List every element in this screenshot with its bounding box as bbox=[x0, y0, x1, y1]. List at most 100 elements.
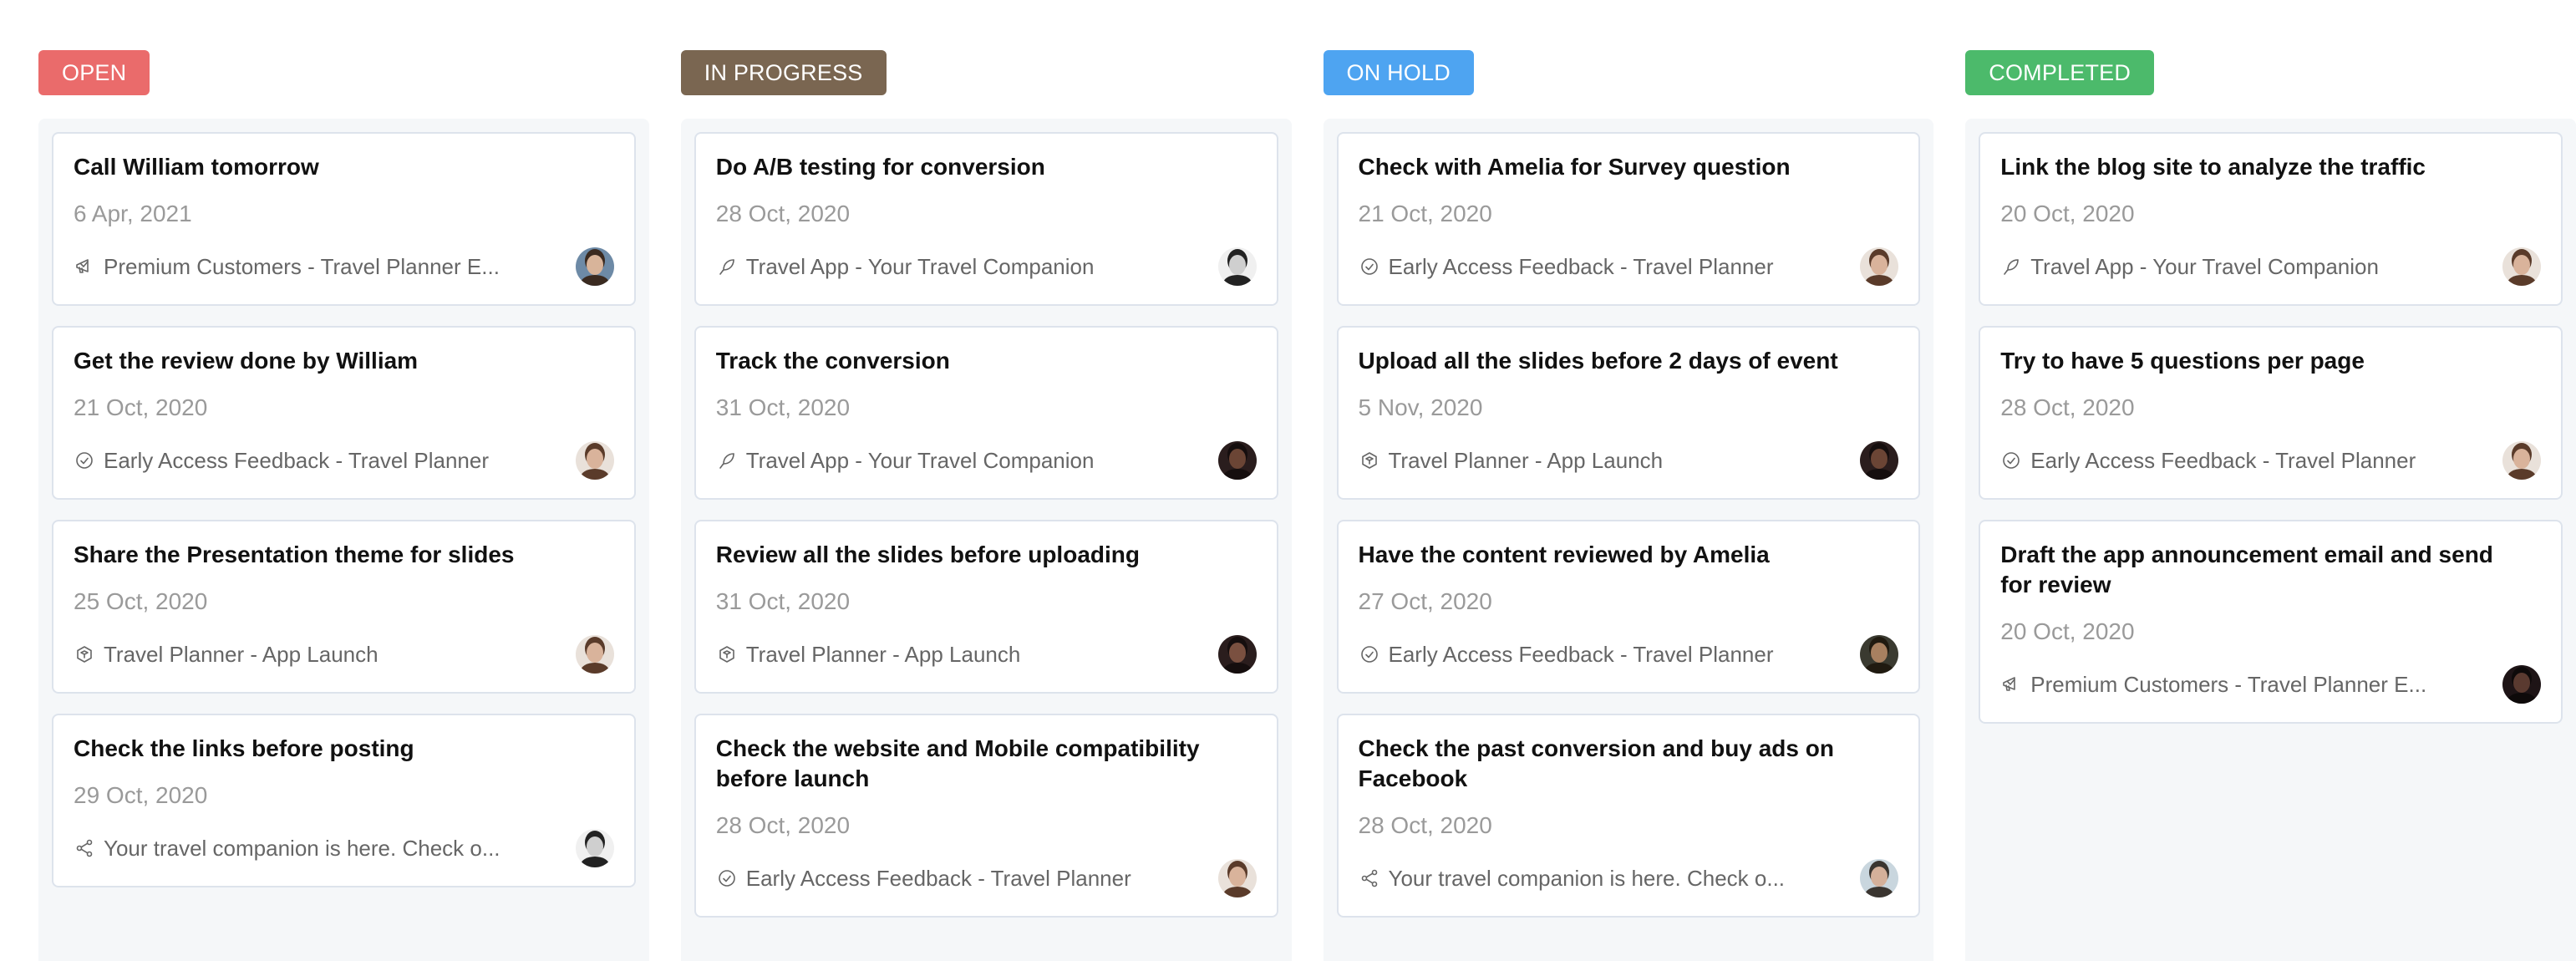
task-card[interactable]: Track the conversion 31 Oct, 2020 Travel… bbox=[694, 326, 1278, 500]
task-title[interactable]: Do A/B testing for conversion bbox=[716, 152, 1257, 182]
task-title[interactable]: Check with Amelia for Survey question bbox=[1359, 152, 1899, 182]
task-project[interactable]: Travel App - Your Travel Companion bbox=[746, 448, 1208, 474]
column-card-list: Call William tomorrow 6 Apr, 2021 Premiu… bbox=[38, 119, 649, 961]
task-project[interactable]: Travel Planner - App Launch bbox=[1389, 448, 1851, 474]
task-project[interactable]: Early Access Feedback - Travel Planner bbox=[1389, 254, 1851, 280]
share-icon bbox=[1359, 867, 1380, 889]
task-due-date: 28 Oct, 2020 bbox=[715, 812, 851, 838]
task-project[interactable]: Travel Planner - App Launch bbox=[104, 642, 566, 668]
task-card[interactable]: Check the links before posting 29 Oct, 2… bbox=[52, 714, 636, 887]
avatar-body bbox=[580, 275, 609, 286]
assignee-avatar[interactable] bbox=[575, 247, 614, 286]
assignee-avatar[interactable] bbox=[1860, 247, 1899, 286]
avatar-body bbox=[1865, 663, 1894, 674]
avatar-face bbox=[1228, 643, 1246, 663]
task-card[interactable]: Check with Amelia for Survey question 21… bbox=[1336, 132, 1921, 306]
kanban-column-open: OPEN Call William tomorrow 6 Apr, 2021 P… bbox=[38, 0, 649, 961]
task-project[interactable]: Your travel companion is here. Check o..… bbox=[104, 836, 566, 862]
task-title[interactable]: Check the past conversion and buy ads on… bbox=[1359, 734, 1899, 794]
task-due-date: 25 Oct, 2020 bbox=[74, 588, 208, 614]
task-project[interactable]: Early Access Feedback - Travel Planner bbox=[2030, 448, 2492, 474]
avatar-body bbox=[2507, 469, 2536, 480]
task-card[interactable]: Link the blog site to analyze the traffi… bbox=[1979, 132, 2563, 306]
task-card[interactable]: Check the past conversion and buy ads on… bbox=[1336, 714, 1921, 918]
avatar-body bbox=[1865, 275, 1894, 286]
task-card[interactable]: Upload all the slides before 2 days of e… bbox=[1336, 326, 1921, 500]
assignee-avatar[interactable] bbox=[2502, 247, 2541, 286]
task-title[interactable]: Get the review done by William bbox=[74, 346, 614, 376]
task-project[interactable]: Early Access Feedback - Travel Planner bbox=[746, 866, 1208, 892]
avatar-face bbox=[1871, 255, 1888, 275]
task-project[interactable]: Travel App - Your Travel Companion bbox=[2030, 254, 2492, 280]
task-title[interactable]: Track the conversion bbox=[716, 346, 1257, 376]
task-footer: Early Access Feedback - Travel Planner bbox=[2000, 441, 2541, 480]
task-footer: Travel Planner - App Launch bbox=[716, 635, 1257, 674]
assignee-avatar[interactable] bbox=[1217, 859, 1257, 897]
task-footer: Your travel companion is here. Check o..… bbox=[1359, 859, 1899, 897]
task-card[interactable]: Have the content reviewed by Amelia 27 O… bbox=[1336, 520, 1921, 694]
assignee-avatar[interactable] bbox=[575, 635, 614, 674]
assignee-avatar[interactable] bbox=[1217, 247, 1257, 286]
assignee-avatar[interactable] bbox=[1860, 441, 1899, 480]
task-due-date: 28 Oct, 2020 bbox=[2000, 394, 2135, 420]
task-title[interactable]: Upload all the slides before 2 days of e… bbox=[1359, 346, 1899, 376]
column-card-list: Link the blog site to analyze the traffi… bbox=[1965, 119, 2576, 961]
feather-icon bbox=[2000, 256, 2022, 277]
task-title[interactable]: Draft the app announcement email and sen… bbox=[2000, 540, 2541, 600]
task-project[interactable]: Premium Customers - Travel Planner E... bbox=[2030, 672, 2492, 698]
column-status-badge[interactable]: IN PROGRESS bbox=[680, 50, 887, 95]
task-title[interactable]: Check the website and Mobile compatibili… bbox=[716, 734, 1257, 794]
task-card[interactable]: Get the review done by William 21 Oct, 2… bbox=[52, 326, 636, 500]
task-project[interactable]: Early Access Feedback - Travel Planner bbox=[1389, 642, 1851, 668]
task-card[interactable]: Share the Presentation theme for slides … bbox=[52, 520, 636, 694]
task-project[interactable]: Your travel companion is here. Check o..… bbox=[1389, 866, 1851, 892]
task-project[interactable]: Premium Customers - Travel Planner E... bbox=[104, 254, 566, 280]
task-card[interactable]: Try to have 5 questions per page 28 Oct,… bbox=[1979, 326, 2563, 500]
column-status-badge[interactable]: OPEN bbox=[38, 50, 150, 95]
task-due-date: 28 Oct, 2020 bbox=[715, 201, 851, 226]
assignee-avatar[interactable] bbox=[1860, 859, 1899, 897]
task-footer: Travel App - Your Travel Companion bbox=[716, 441, 1257, 480]
task-card[interactable]: Review all the slides before uploading 3… bbox=[694, 520, 1278, 694]
avatar-body bbox=[1865, 887, 1894, 897]
assignee-avatar[interactable] bbox=[575, 441, 614, 480]
task-title[interactable]: Check the links before posting bbox=[74, 734, 614, 764]
assignee-avatar[interactable] bbox=[575, 829, 614, 867]
task-due-date: 31 Oct, 2020 bbox=[715, 588, 851, 614]
task-due-date: 31 Oct, 2020 bbox=[715, 394, 851, 420]
assignee-avatar[interactable] bbox=[2502, 665, 2541, 704]
column-status-badge[interactable]: COMPLETED bbox=[1965, 50, 2155, 95]
task-footer: Travel Planner - App Launch bbox=[1359, 441, 1899, 480]
assignee-avatar[interactable] bbox=[1217, 635, 1257, 674]
cube-icon bbox=[716, 643, 738, 665]
task-title[interactable]: Call William tomorrow bbox=[74, 152, 614, 182]
task-project[interactable]: Travel Planner - App Launch bbox=[746, 642, 1208, 668]
avatar-body bbox=[1222, 663, 1252, 674]
task-project[interactable]: Travel App - Your Travel Companion bbox=[746, 254, 1208, 280]
megaphone-icon bbox=[74, 256, 95, 277]
assignee-avatar[interactable] bbox=[1860, 635, 1899, 674]
avatar-face bbox=[1871, 643, 1888, 663]
task-title[interactable]: Link the blog site to analyze the traffi… bbox=[2000, 152, 2541, 182]
avatar-face bbox=[1228, 867, 1246, 887]
task-card[interactable]: Do A/B testing for conversion 28 Oct, 20… bbox=[694, 132, 1278, 306]
avatar-face bbox=[2513, 255, 2530, 275]
avatar-body bbox=[1222, 469, 1252, 480]
task-card[interactable]: Call William tomorrow 6 Apr, 2021 Premiu… bbox=[52, 132, 636, 306]
check-circle-icon bbox=[74, 450, 95, 471]
avatar-body bbox=[580, 857, 609, 867]
task-title[interactable]: Review all the slides before uploading bbox=[716, 540, 1257, 570]
avatar-face bbox=[586, 836, 603, 857]
task-card[interactable]: Check the website and Mobile compatibili… bbox=[694, 714, 1278, 918]
assignee-avatar[interactable] bbox=[2502, 441, 2541, 480]
task-title[interactable]: Share the Presentation theme for slides bbox=[74, 540, 614, 570]
column-status-badge[interactable]: ON HOLD bbox=[1323, 50, 1474, 95]
avatar-face bbox=[586, 449, 603, 469]
task-title[interactable]: Try to have 5 questions per page bbox=[2000, 346, 2541, 376]
assignee-avatar[interactable] bbox=[1217, 441, 1257, 480]
task-due-date: 28 Oct, 2020 bbox=[1358, 812, 1492, 838]
task-title[interactable]: Have the content reviewed by Amelia bbox=[1359, 540, 1899, 570]
task-card[interactable]: Draft the app announcement email and sen… bbox=[1979, 520, 2563, 724]
task-project[interactable]: Early Access Feedback - Travel Planner bbox=[104, 448, 566, 474]
column-header: IN PROGRESS bbox=[680, 0, 1292, 119]
